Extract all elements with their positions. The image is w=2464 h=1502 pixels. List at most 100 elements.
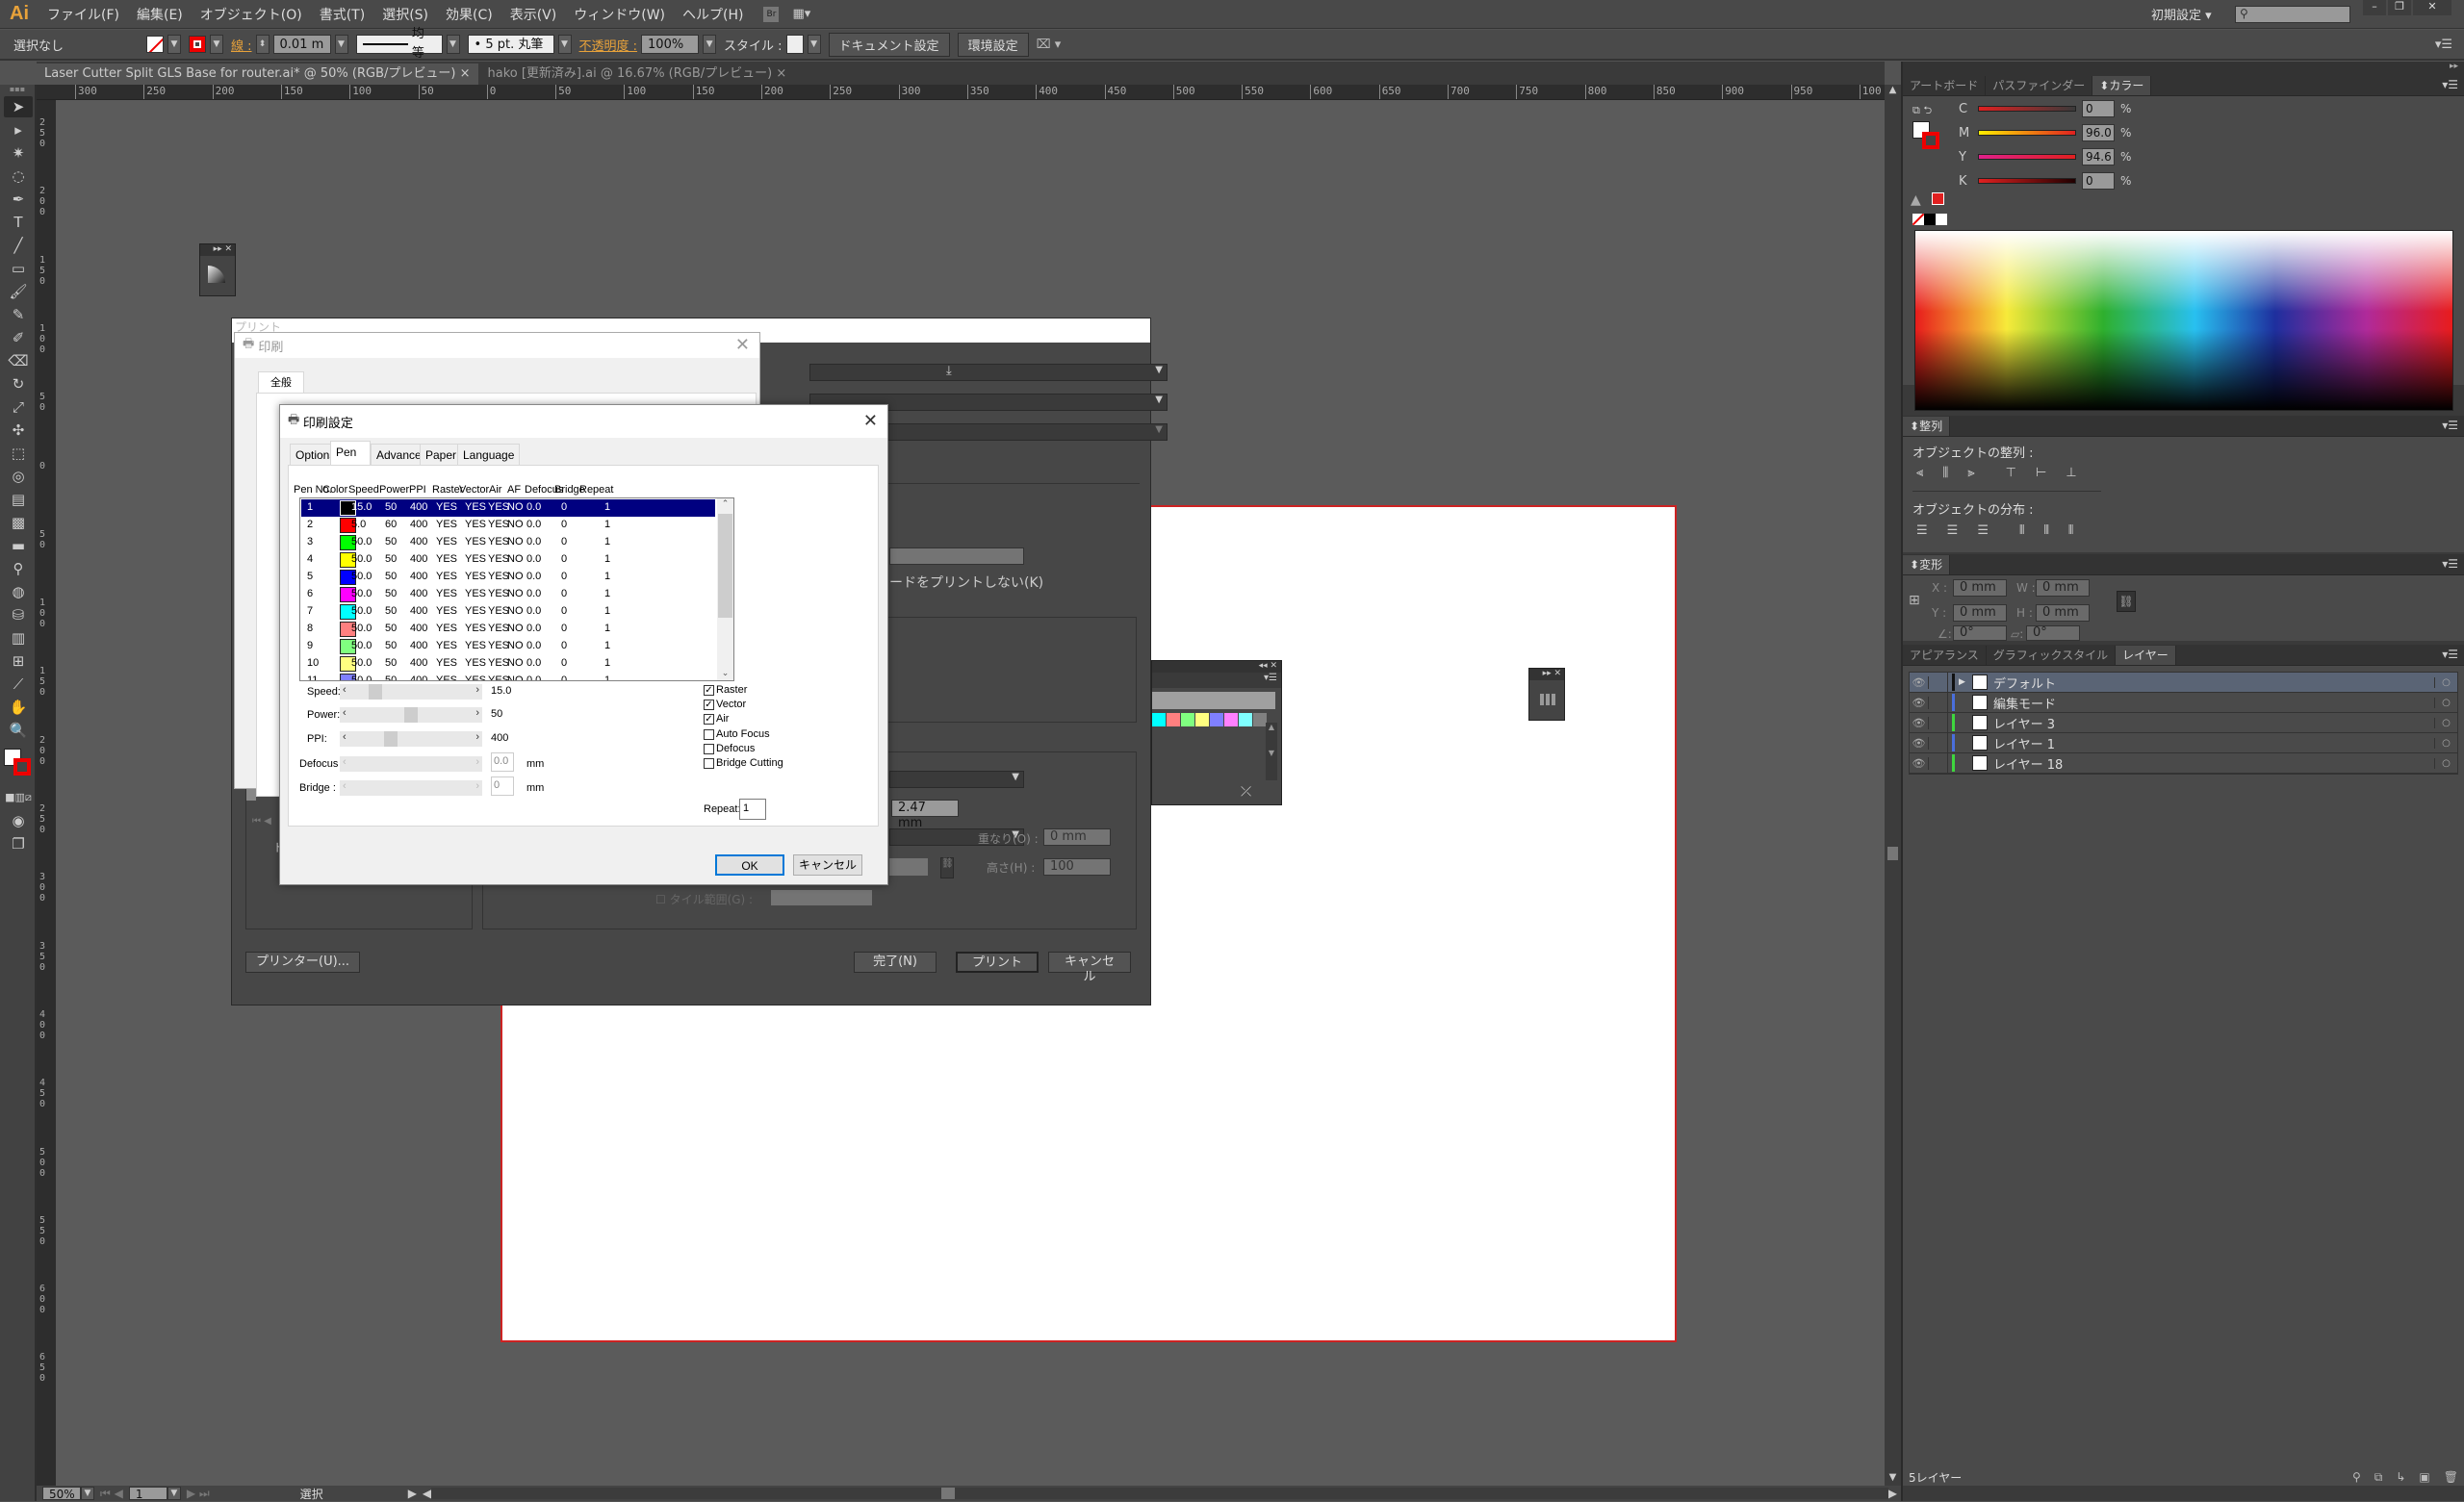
pen-list-scrollbar[interactable]: ⌃ ⌄ xyxy=(717,498,733,680)
layer-name[interactable]: レイヤー 1 xyxy=(1993,734,2434,752)
preferences-button[interactable]: 環境設定 xyxy=(957,32,1029,57)
arrange-documents-icon[interactable]: ▦▾ xyxy=(792,7,810,21)
visibility-eye-icon[interactable]: 👁 xyxy=(1910,675,1929,689)
pen-row[interactable]: 9 50.0 50 400 YES YES YES NO 0.0 0 1 xyxy=(301,638,715,655)
direct-selection-tool-icon[interactable]: ▸ xyxy=(4,119,33,140)
align-grid-icon[interactable] xyxy=(1540,694,1555,705)
channel-slider-k[interactable] xyxy=(1978,178,2076,184)
slider-speed[interactable]: ‹ › xyxy=(340,684,482,700)
hscroll-thumb[interactable] xyxy=(941,1488,956,1499)
stroke-stepper[interactable]: ⬍ xyxy=(255,35,270,54)
column-header[interactable]: Color xyxy=(322,484,347,496)
preview-nav-icons[interactable]: ⏮ ◀ xyxy=(252,816,271,827)
puppet-warp-tool-icon[interactable]: ✣ xyxy=(4,420,33,441)
fill-swatch[interactable]: ▼ xyxy=(146,35,181,54)
color-mode-icons[interactable]: ■▥⧄ xyxy=(4,787,33,808)
checkbox-raster[interactable]: ✓ Raster xyxy=(704,684,747,696)
none-black-white-swatches[interactable] xyxy=(1912,214,1947,225)
align-top-icon[interactable]: ⊤ xyxy=(2006,466,2016,480)
lock-toggle[interactable] xyxy=(1929,752,1948,774)
channel-input-y[interactable]: 94.6 xyxy=(2082,148,2115,165)
cancel-button[interactable]: キャンセル xyxy=(793,854,862,876)
tab-color[interactable]: ⬍カラー xyxy=(2092,76,2152,95)
menu-file[interactable]: ファイル(F) xyxy=(38,5,128,24)
w-input[interactable]: 0 mm xyxy=(2036,579,2090,597)
menu-edit[interactable]: 編集(E) xyxy=(128,5,192,24)
vertical-scrollbar[interactable]: ▲ ▼ xyxy=(1885,85,1901,1486)
panel-menu-icon[interactable]: ▾☰ xyxy=(2442,419,2458,432)
column-graph-tool-icon[interactable]: ▥ xyxy=(4,627,33,649)
align-bottom-icon[interactable]: ⊥ xyxy=(2066,466,2076,480)
overlap-input[interactable]: 0 mm xyxy=(1043,828,1111,846)
checkbox-box[interactable] xyxy=(704,728,714,740)
opacity-input[interactable]: 100% xyxy=(641,35,700,54)
layer-row[interactable]: 👁 レイヤー 1 ○ xyxy=(1910,732,2457,753)
menu-object[interactable]: オブジェクト(O) xyxy=(192,5,311,24)
slider-left-arrow-icon[interactable]: ‹ xyxy=(343,684,346,696)
column-header[interactable]: Vector xyxy=(459,484,489,496)
align-vcenter-icon[interactable]: ⊢ xyxy=(2036,466,2046,480)
swatch[interactable] xyxy=(1167,713,1180,726)
slider-left-arrow-icon[interactable]: ‹ xyxy=(343,707,346,719)
delete-layer-icon[interactable]: 🗑 xyxy=(2444,1470,2458,1485)
tab-graphic-styles[interactable]: グラフィックスタイル xyxy=(1987,646,2117,665)
shear-input[interactable]: 0° xyxy=(2026,625,2080,641)
type-tool-icon[interactable]: T xyxy=(4,212,33,233)
checkbox-bridge-cutting[interactable]: Bridge Cutting xyxy=(704,757,783,769)
tab-layers[interactable]: レイヤー xyxy=(2116,646,2176,665)
menu-window[interactable]: ウィンドウ(W) xyxy=(565,5,674,24)
layer-row[interactable]: 👁 ▶ デフォルト ○ xyxy=(1910,672,2457,693)
tab-pathfinder[interactable]: パスファインダー xyxy=(1986,76,2093,95)
document-setup-button[interactable]: ドキュメント設定 xyxy=(828,32,950,57)
close-button[interactable]: ✕ xyxy=(735,335,750,355)
floating-swatches-panel[interactable]: ◂◂ ✕ ▾☰ ▲ ▼ ⤫ xyxy=(1151,660,1282,805)
column-header[interactable]: Air xyxy=(489,484,501,496)
paintbrush-tool-icon[interactable]: 🖌 xyxy=(4,281,33,302)
rotate-input[interactable]: 0° xyxy=(1953,625,2007,641)
locate-object-icon[interactable]: ⚲ xyxy=(2352,1470,2361,1485)
dock-collapse-icon[interactable]: ▸▸ xyxy=(1903,62,2464,75)
checkbox-box[interactable]: ✓ xyxy=(704,713,714,725)
eraser-tool-icon[interactable]: ⌫ xyxy=(4,350,33,371)
expand-arrow-icon[interactable]: ▶ xyxy=(1959,677,1972,687)
artboard-number-input[interactable]: 1 xyxy=(128,1487,167,1501)
swatch[interactable] xyxy=(1181,713,1194,726)
status-menu-icon[interactable]: ▶ xyxy=(408,1487,417,1500)
h-input[interactable]: 0 mm xyxy=(2036,604,2090,622)
blend-tool-icon[interactable]: ◍ xyxy=(4,581,33,602)
floating-gradient-panel[interactable]: ▸▸ ✕ xyxy=(199,243,236,296)
hscroll-left-icon[interactable]: ◀ xyxy=(423,1487,431,1500)
panel-menu-icon[interactable]: ▾☰ xyxy=(1152,673,1281,688)
link-icon[interactable]: ⛓ xyxy=(940,857,954,878)
pen-row[interactable]: 10 50.0 50 400 YES YES YES NO 0.0 0 1 xyxy=(301,655,715,673)
tab-general[interactable]: 全般 xyxy=(258,371,304,393)
pencil-tool-icon[interactable]: ✎ xyxy=(4,304,33,325)
slider-thumb[interactable] xyxy=(368,684,382,700)
distribute-left-icon[interactable]: ⫴ xyxy=(2019,523,2024,538)
minimize-button[interactable]: – xyxy=(2363,0,2386,15)
out-of-gamut-warning-icon[interactable]: ▲ xyxy=(1911,192,1921,208)
fill-stroke-icon[interactable] xyxy=(2,745,35,783)
placement-select[interactable]: ▼ xyxy=(889,771,1024,788)
layer-name[interactable]: 編集モード xyxy=(1993,694,2434,712)
distribute-hcenter-icon[interactable]: ⫴ xyxy=(2043,523,2048,538)
width-field[interactable] xyxy=(889,858,928,876)
align-right-icon[interactable]: ⫸ xyxy=(1967,466,1974,480)
scroll-up-icon[interactable]: ⌃ xyxy=(717,498,733,514)
tile-range-input[interactable] xyxy=(771,890,872,905)
tab-language[interactable]: Language xyxy=(457,444,521,465)
target-circle-icon[interactable]: ○ xyxy=(2434,676,2457,688)
swatch[interactable] xyxy=(1239,713,1252,726)
height-input[interactable]: 100 xyxy=(1043,858,1111,876)
tab-transform[interactable]: ⬍変形 xyxy=(1903,555,1951,574)
scroll-down-icon[interactable]: ▼ xyxy=(1885,1472,1901,1486)
control-panel-menu-icon[interactable]: ▾☰ xyxy=(2435,38,2452,52)
column-header[interactable]: PPI xyxy=(409,484,426,496)
layer-name[interactable]: レイヤー 3 xyxy=(1993,714,2434,732)
style-select[interactable] xyxy=(785,35,804,54)
magic-wand-tool-icon[interactable]: ✷ xyxy=(4,142,33,164)
print-button[interactable]: プリント xyxy=(956,952,1039,973)
layer-row[interactable]: 👁 編集モード ○ xyxy=(1910,692,2457,713)
blob-brush-tool-icon[interactable]: ✐ xyxy=(4,327,33,348)
distribute-bottom-icon[interactable]: ☰ xyxy=(1977,523,1989,538)
